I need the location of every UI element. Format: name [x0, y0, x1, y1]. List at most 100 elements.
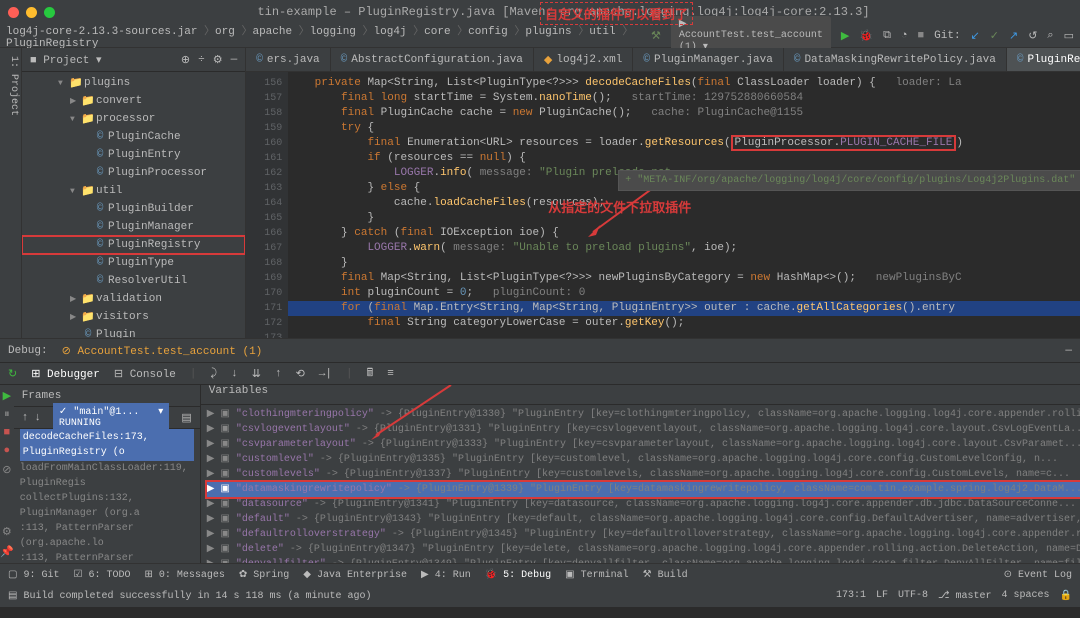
- zoom-window-icon[interactable]: [44, 7, 55, 18]
- breadcrumb-item[interactable]: log4j: [374, 26, 407, 38]
- editor-tab[interactable]: ◆ log4j2.xml: [534, 48, 633, 71]
- force-step-into-icon[interactable]: ⇊: [252, 367, 261, 381]
- stop-icon[interactable]: ■: [4, 427, 11, 439]
- git-branch[interactable]: ⎇ master: [938, 590, 992, 602]
- thread-selector[interactable]: ✓ "main"@1... RUNNING▾: [53, 403, 169, 432]
- class-node[interactable]: ©PluginRegistry: [22, 236, 245, 254]
- pause-icon[interactable]: ⏸: [4, 409, 10, 421]
- stack-frame[interactable]: collectPlugins:132, PluginManager (org.a: [20, 491, 194, 521]
- variable-row[interactable]: ▶ ▣ "csvlogeventlayout" -> {PluginEntry@…: [207, 422, 1080, 437]
- git-commit-icon[interactable]: ✓: [990, 29, 999, 43]
- debug-session-tab[interactable]: ⊘ AccountTest.test_account (1): [62, 344, 263, 358]
- editor-tab[interactable]: © ers.java: [246, 48, 330, 71]
- class-node[interactable]: ©PluginCache: [22, 128, 245, 146]
- class-node[interactable]: ©PluginManager: [22, 218, 245, 236]
- folder-node[interactable]: ▶📁validation: [22, 290, 245, 308]
- status-icon[interactable]: ▤: [8, 590, 17, 602]
- breadcrumb-item[interactable]: util: [589, 26, 615, 38]
- minimize-window-icon[interactable]: [26, 7, 37, 18]
- search-icon[interactable]: ⌕: [1047, 30, 1053, 42]
- collapse-icon[interactable]: ÷: [198, 54, 205, 66]
- settings-icon[interactable]: ▭: [1064, 29, 1074, 43]
- git-history-icon[interactable]: ↺: [1028, 29, 1037, 43]
- folder-node[interactable]: ▼📁util: [22, 182, 245, 200]
- class-node[interactable]: ©PluginEntry: [22, 146, 245, 164]
- footer-terminal[interactable]: ▣ Terminal: [565, 569, 628, 581]
- folder-node[interactable]: ▼📁plugins: [22, 74, 245, 92]
- editor-tab[interactable]: © DataMaskingRewritePolicy.java: [784, 48, 1007, 71]
- footer-java-enterprise[interactable]: ◆ Java Enterprise: [303, 569, 407, 581]
- caret-position[interactable]: 173:1: [836, 590, 866, 602]
- close-window-icon[interactable]: [8, 7, 19, 18]
- stack-frame[interactable]: :113, PatternParser (org.apache.lo: [20, 551, 194, 563]
- pin-icon[interactable]: 📌: [0, 545, 14, 559]
- breadcrumb-item[interactable]: log4j-core-2.13.3-sources.jar: [6, 26, 197, 38]
- gear-icon[interactable]: ⚙: [213, 53, 223, 67]
- profile-icon[interactable]: ◔: [901, 30, 908, 42]
- variable-row[interactable]: ▶ ▣ "clothingmteringpolicy" -> {PluginEn…: [207, 407, 1080, 422]
- step-out-icon[interactable]: ↑: [275, 368, 282, 380]
- editor-tab[interactable]: © PluginRegistry.java: [1007, 48, 1080, 71]
- evaluate-icon[interactable]: 🖩: [367, 364, 374, 383]
- footer-todo[interactable]: ☑ 6: TODO: [73, 569, 130, 581]
- variable-row[interactable]: ▶ ▣ "customlevel" -> {PluginEntry@1335} …: [207, 452, 1080, 467]
- run-to-cursor-icon[interactable]: →|: [319, 368, 332, 380]
- line-separator[interactable]: LF: [876, 590, 888, 602]
- footer-git[interactable]: ▢ 9: Git: [8, 569, 59, 581]
- footer-run[interactable]: ▶ 4: Run: [421, 569, 471, 581]
- folder-node[interactable]: ▼📁processor: [22, 110, 245, 128]
- run-icon[interactable]: ▶: [841, 29, 849, 43]
- resume-icon[interactable]: ▶: [3, 389, 11, 403]
- hide-icon[interactable]: —: [231, 54, 238, 66]
- class-node[interactable]: ©ResolverUtil: [22, 272, 245, 290]
- mute-breakpoints-icon[interactable]: ⊘: [2, 463, 11, 477]
- code-editor[interactable]: 1561571581591601611621631641651661671681…: [246, 72, 1080, 338]
- frame-list[interactable]: decodeCacheFiles:173, PluginRegistry (ol…: [14, 429, 200, 563]
- view-breakpoints-icon[interactable]: ●: [4, 445, 11, 457]
- stack-frame[interactable]: decodeCacheFiles:173, PluginRegistry (o: [20, 429, 194, 461]
- breadcrumb-item[interactable]: logging: [310, 26, 356, 38]
- variable-row[interactable]: ▶ ▣ "denyallfilter" -> {PluginEntry@1349…: [207, 557, 1080, 563]
- filter-icon[interactable]: ▤: [181, 411, 191, 425]
- class-node[interactable]: ©PluginBuilder: [22, 200, 245, 218]
- step-over-icon[interactable]: ⤸: [211, 368, 218, 380]
- breadcrumb-item[interactable]: apache: [252, 26, 292, 38]
- select-opened-file-icon[interactable]: ⊕: [181, 53, 190, 67]
- stack-frame[interactable]: :113, PatternParser (org.apache.lo: [20, 521, 194, 551]
- variable-row[interactable]: ▶ ▣ "customlevels" -> {PluginEntry@1337}…: [207, 467, 1080, 482]
- editor-tab[interactable]: © AbstractConfiguration.java: [331, 48, 534, 71]
- variable-row[interactable]: ▶ ▣ "default" -> {PluginEntry@1343} "Plu…: [207, 512, 1080, 527]
- next-frame-icon[interactable]: ↓: [34, 412, 41, 424]
- debugger-tab[interactable]: ⊞ Debugger: [31, 367, 100, 381]
- source-code[interactable]: private Map<String, List<PluginType<?>>>…: [288, 72, 1080, 338]
- class-node[interactable]: ©PluginType: [22, 254, 245, 272]
- project-tree[interactable]: ▼📁plugins▶📁convert▼📁processor©PluginCach…: [22, 72, 245, 338]
- footer-messages[interactable]: ⊞ 0: Messages: [144, 569, 224, 581]
- breadcrumb-item[interactable]: core: [424, 26, 450, 38]
- editor-tab[interactable]: © PluginManager.java: [633, 48, 783, 71]
- step-into-icon[interactable]: ↓: [231, 368, 238, 380]
- lock-icon[interactable]: 🔒: [1060, 590, 1072, 602]
- project-view-selector[interactable]: ■ Project ▾: [30, 53, 102, 67]
- rerun-icon[interactable]: ↻: [8, 367, 17, 381]
- drop-frame-icon[interactable]: ⟲: [296, 367, 305, 381]
- trace-icon[interactable]: ≡: [387, 368, 394, 380]
- coverage-icon[interactable]: ⧉: [883, 30, 891, 42]
- file-encoding[interactable]: UTF-8: [898, 590, 928, 602]
- variable-list[interactable]: ▶ ▣ "clothingmteringpolicy" -> {PluginEn…: [201, 405, 1080, 563]
- stripe-project[interactable]: 1: Project: [8, 56, 19, 330]
- console-tab[interactable]: ⊟ Console: [114, 367, 176, 381]
- variable-row[interactable]: ▶ ▣ "datamaskingrewritepolicy" -> {Plugi…: [207, 482, 1080, 497]
- variable-row[interactable]: ▶ ▣ "delete" -> {PluginEntry@1347} "Plug…: [207, 542, 1080, 557]
- hammer-icon[interactable]: ⚒: [651, 29, 661, 43]
- footer-spring[interactable]: ✿ Spring: [239, 569, 289, 581]
- variable-row[interactable]: ▶ ▣ "defaultrolloverstrategy" -> {Plugin…: [207, 527, 1080, 542]
- settings-icon[interactable]: ⚙: [2, 525, 12, 539]
- folder-node[interactable]: ▶📁visitors: [22, 308, 245, 326]
- hide-debug-icon[interactable]: —: [1065, 345, 1072, 357]
- class-node[interactable]: ©Plugin: [22, 326, 245, 338]
- breadcrumb-item[interactable]: plugins: [525, 26, 571, 38]
- class-node[interactable]: ©PluginProcessor: [22, 164, 245, 182]
- stop-icon[interactable]: ■: [918, 30, 925, 42]
- folder-node[interactable]: ▶📁convert: [22, 92, 245, 110]
